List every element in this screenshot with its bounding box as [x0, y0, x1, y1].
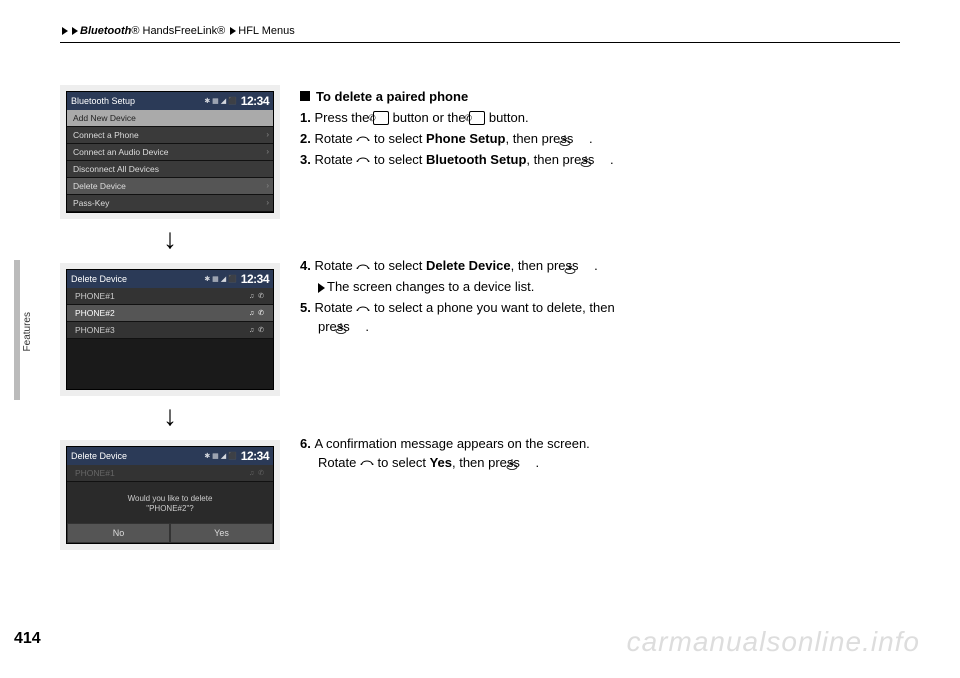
arrow-down-icon: ↓	[60, 225, 280, 253]
screen-title: Delete Device	[71, 274, 127, 284]
step-3: 3. Rotate to select Bluetooth Setup, the…	[300, 151, 620, 170]
screen-delete-confirm: Delete Device ✱ ▦ ◢ ⬛ 12:34 PHONE#1♫ ✆ W…	[60, 440, 280, 550]
clock: 12:34	[241, 272, 269, 286]
phone-row[interactable]: PHONE#1♫ ✆	[67, 288, 273, 305]
confirm-message: Would you like to delete"PHONE#2"?	[67, 494, 273, 523]
yes-button[interactable]: Yes	[170, 523, 273, 543]
press-dial-icon	[598, 154, 610, 166]
menu-item[interactable]: Connect a Phone›	[67, 127, 273, 144]
phone-row-dim: PHONE#1♫ ✆	[67, 465, 273, 482]
triangle-bullet-icon	[318, 283, 325, 293]
step-4: 4. Rotate to select Delete Device, then …	[300, 257, 620, 276]
step-1: 1. Press the ✆ button or the ✆ button.	[300, 109, 620, 128]
clock: 12:34	[241, 94, 269, 108]
status-icons: ✱ ▦ ◢ ⬛	[204, 275, 236, 283]
menu-item[interactable]: Connect an Audio Device›	[67, 144, 273, 161]
chevron-right-icon	[72, 27, 78, 35]
step-5: 5. Rotate to select a phone you want to …	[300, 299, 620, 337]
header-divider	[60, 42, 900, 43]
phone-row[interactable]: PHONE#3♫ ✆	[67, 322, 273, 339]
menu-item[interactable]: Disconnect All Devices	[67, 161, 273, 178]
section-tab: Features	[22, 312, 33, 351]
chevron-right-icon	[230, 27, 236, 35]
media-phone-icons: ♫ ✆	[249, 326, 265, 334]
step-6: 6. A confirmation message appears on the…	[300, 435, 620, 473]
breadcrumb: Bluetooth® HandsFreeLink® HFL Menus	[60, 25, 900, 37]
press-dial-icon	[577, 133, 589, 145]
press-dial-icon	[524, 457, 536, 469]
menu-item[interactable]: Pass-Key›	[67, 195, 273, 212]
screen-delete-device-list: Delete Device ✱ ▦ ◢ ⬛ 12:34 PHONE#1♫ ✆ P…	[60, 263, 280, 396]
clock: 12:34	[241, 449, 269, 463]
status-icons: ✱ ▦ ◢ ⬛	[204, 452, 236, 460]
status-icons: ✱ ▦ ◢ ⬛	[204, 97, 236, 105]
media-phone-icons: ♫ ✆	[249, 309, 265, 317]
watermark: carmanualsonline.info	[627, 626, 920, 658]
rotate-dial-icon	[356, 304, 370, 314]
page-number: 414	[14, 630, 41, 648]
rotate-dial-icon	[356, 155, 370, 165]
screen-title: Bluetooth Setup	[71, 96, 135, 106]
media-phone-icons: ♫ ✆	[249, 469, 265, 477]
side-accent	[14, 260, 20, 400]
rotate-dial-icon	[360, 458, 374, 468]
media-phone-icons: ♫ ✆	[249, 292, 265, 300]
menu-item-selected[interactable]: Delete Device›	[67, 178, 273, 195]
menu-item[interactable]: Add New Device	[67, 110, 273, 127]
screen-bluetooth-setup: Bluetooth Setup ✱ ▦ ◢ ⬛ 12:34 Add New De…	[60, 85, 280, 219]
no-button[interactable]: No	[67, 523, 170, 543]
press-dial-icon	[582, 261, 594, 273]
step-4-note: The screen changes to a device list.	[300, 278, 620, 297]
phone-row-selected[interactable]: PHONE#2♫ ✆	[67, 305, 273, 322]
screenshot-column: Bluetooth Setup ✱ ▦ ◢ ⬛ 12:34 Add New De…	[60, 85, 280, 554]
rotate-dial-icon	[356, 262, 370, 272]
press-dial-icon	[353, 321, 365, 333]
chevron-right-icon	[62, 27, 68, 35]
section-marker-icon	[300, 91, 310, 101]
section-heading: To delete a paired phone	[316, 89, 468, 104]
phone-pickup-button-icon: ✆	[469, 111, 485, 125]
instruction-column: To delete a paired phone 1. Press the ✆ …	[300, 88, 620, 474]
rotate-dial-icon	[356, 134, 370, 144]
phone-hangup-button-icon: ✆	[373, 111, 389, 125]
screen-title: Delete Device	[71, 451, 127, 461]
arrow-down-icon: ↓	[60, 402, 280, 430]
step-2: 2. Rotate to select Phone Setup, then pr…	[300, 130, 620, 149]
